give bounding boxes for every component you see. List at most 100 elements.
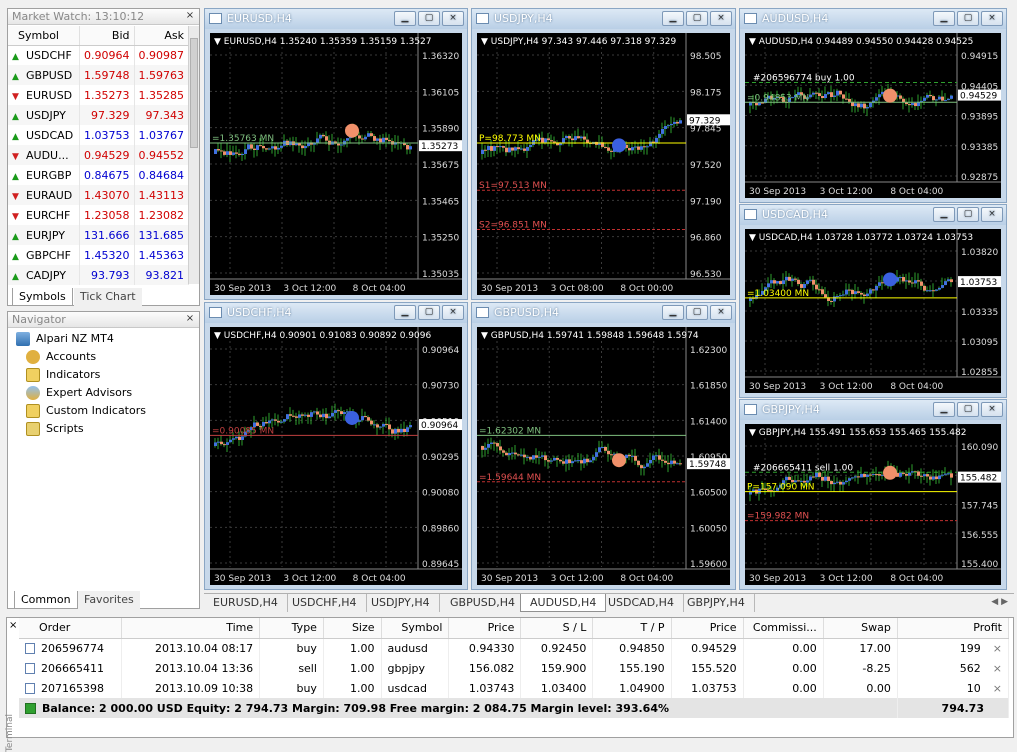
market-watch-row[interactable]: ▲ EURJPY 131.666 131.685 bbox=[8, 225, 189, 245]
close-icon[interactable]: × bbox=[184, 313, 196, 325]
chart-titlebar[interactable]: EURUSD,H4 ▁ ▢ × bbox=[205, 9, 467, 29]
close-order-icon[interactable]: × bbox=[993, 642, 1002, 655]
market-watch-row[interactable]: ▼ EURCHF 1.23058 1.23082 bbox=[8, 205, 189, 225]
col-header[interactable]: Type bbox=[259, 618, 324, 639]
market-watch-row[interactable]: ▲ USDCAD 1.03753 1.03767 bbox=[8, 125, 189, 145]
maximize-button[interactable]: ▢ bbox=[957, 402, 979, 417]
chart-window[interactable]: EURUSD,H4 ▁ ▢ × 1.36320 1.36105 1.35890 1.3567… bbox=[204, 8, 468, 300]
col-header[interactable]: Swap bbox=[823, 618, 898, 639]
minimize-button[interactable]: ▁ bbox=[394, 11, 416, 26]
tab-symbols[interactable]: Symbols bbox=[12, 288, 73, 306]
minimize-button[interactable]: ▁ bbox=[933, 402, 955, 417]
chart-window[interactable]: GBPJPY,H4 ▁▢× 160.090158.900157.745156.55… bbox=[739, 399, 1007, 590]
nav-item-accounts[interactable]: Accounts bbox=[26, 348, 96, 366]
chart-tab[interactable]: USDCAD,H4 bbox=[599, 594, 684, 612]
table-row[interactable]: 207165398 2013.10.09 10:38 buy 1.00 usdcad 1.… bbox=[19, 678, 1010, 698]
tab-favorites[interactable]: Favorites bbox=[78, 591, 140, 609]
close-icon[interactable]: × bbox=[9, 620, 17, 631]
col-symbol[interactable]: Symbol bbox=[8, 26, 80, 46]
col-header[interactable]: Price bbox=[448, 618, 522, 639]
col-header[interactable]: Price bbox=[671, 618, 744, 639]
maximize-button[interactable]: ▢ bbox=[957, 207, 979, 222]
chart-canvas[interactable]: 98.50598.17597.84597.52097.19096.86096.5… bbox=[477, 33, 730, 295]
close-button[interactable]: × bbox=[710, 11, 732, 26]
market-watch-row[interactable]: ▲ CADJPY 93.793 93.821 bbox=[8, 265, 189, 285]
close-order-icon[interactable]: × bbox=[993, 662, 1002, 675]
scrollbar-thumb[interactable] bbox=[190, 38, 198, 148]
chart-canvas[interactable]: 1.038201.035801.033351.030951.02855=1.03… bbox=[745, 229, 1001, 393]
nav-item-indicators[interactable]: Indicators bbox=[26, 366, 100, 384]
nav-item-custom-indicators[interactable]: Custom Indicators bbox=[26, 402, 146, 420]
chart-tab[interactable]: AUDUSD,H4 bbox=[520, 594, 607, 612]
chart-canvas[interactable]: 1.36320 1.36105 1.35890 1.35675 1.35465 1.352… bbox=[210, 33, 462, 295]
maximize-button[interactable]: ▢ bbox=[686, 11, 708, 26]
tab-scroll-arrows[interactable]: ◀ ▶ bbox=[991, 597, 1008, 607]
col-header[interactable]: T / P bbox=[592, 618, 672, 639]
maximize-button[interactable]: ▢ bbox=[418, 11, 440, 26]
table-row[interactable]: 206665411 2013.10.04 13:36 sell 1.00 gbpjpy 1… bbox=[19, 658, 1010, 678]
chart-titlebar[interactable]: USDJPY,H4 ▁ ▢ × bbox=[472, 9, 735, 29]
chart-canvas[interactable]: 1.623001.618501.614001.609501.605001.600… bbox=[477, 327, 730, 585]
chart-window[interactable]: USDCAD,H4 ▁▢× 1.038201.035801.033351.0309… bbox=[739, 204, 1007, 398]
trade-marker[interactable] bbox=[612, 453, 626, 468]
chart-tab[interactable]: GBPUSD,H4 bbox=[441, 594, 525, 612]
chart-window[interactable]: USDCHF,H4 ▁▢× 0.909640.907300.905100.9029… bbox=[204, 302, 468, 590]
market-watch-row[interactable]: ▼ AUDU... 0.94529 0.94552 bbox=[8, 145, 189, 165]
chart-titlebar[interactable]: USDCHF,H4 ▁ ▢ × bbox=[205, 303, 467, 323]
maximize-button[interactable]: ▢ bbox=[957, 11, 979, 26]
col-header[interactable]: S / L bbox=[520, 618, 594, 639]
chart-canvas[interactable]: 0.949150.944050.938950.933850.92875=0.94… bbox=[745, 33, 1001, 198]
market-watch-row[interactable]: ▼ EURUSD 1.35273 1.35285 bbox=[8, 85, 189, 105]
chart-titlebar[interactable]: GBPUSD,H4 ▁ ▢ × bbox=[472, 303, 735, 323]
col-header[interactable]: Symbol bbox=[381, 618, 450, 639]
trade-marker[interactable] bbox=[612, 138, 626, 153]
close-button[interactable]: × bbox=[442, 305, 464, 320]
trade-marker[interactable] bbox=[883, 88, 897, 103]
market-watch-row[interactable]: ▲ GBPUSD 1.59748 1.59763 bbox=[8, 65, 189, 85]
nav-item-broker[interactable]: Alpari NZ MT4 bbox=[16, 330, 114, 348]
chart-tab[interactable]: GBPJPY,H4 bbox=[678, 594, 755, 612]
market-watch-row[interactable]: ▲ USDJPY 97.329 97.343 bbox=[8, 105, 189, 125]
chart-window[interactable]: GBPUSD,H4 ▁ ▢ × 1.62300 1.61850 1.61400 1.6095… bbox=[471, 302, 736, 590]
close-button[interactable]: × bbox=[981, 11, 1003, 26]
market-watch-row[interactable]: ▲ GBPCHF 1.45320 1.45363 bbox=[8, 245, 189, 265]
maximize-button[interactable]: ▢ bbox=[418, 305, 440, 320]
col-header[interactable]: Time bbox=[121, 618, 261, 639]
tab-tick-chart[interactable]: Tick Chart bbox=[74, 288, 142, 306]
col-header[interactable]: Size bbox=[323, 618, 382, 639]
chart-titlebar[interactable]: GBPJPY,H4 ▁ ▢ × bbox=[740, 400, 1006, 420]
minimize-button[interactable]: ▁ bbox=[394, 305, 416, 320]
chart-canvas[interactable]: 0.909640.907300.905100.902950.900800.898… bbox=[210, 327, 462, 585]
chart-tab[interactable]: EURUSD,H4 bbox=[204, 594, 288, 612]
table-row[interactable]: 206596774 2013.10.04 08:17 buy 1.00 audusd 0.… bbox=[19, 638, 1010, 658]
col-header[interactable]: Profit bbox=[897, 618, 1010, 639]
close-button[interactable]: × bbox=[981, 402, 1003, 417]
chart-tab[interactable]: USDCHF,H4 bbox=[283, 594, 367, 612]
tab-common[interactable]: Common bbox=[14, 591, 78, 609]
trade-marker[interactable] bbox=[883, 272, 897, 287]
chart-window[interactable]: USDJPY,H4 ▁ ▢ × 98.505 98.175 97.845 97.520 97.… bbox=[471, 8, 736, 300]
chart-titlebar[interactable]: USDCAD,H4 ▁ ▢ × bbox=[740, 205, 1006, 225]
close-button[interactable]: × bbox=[442, 11, 464, 26]
chart-canvas[interactable]: 160.090158.900157.745156.555155.400P=157… bbox=[745, 424, 1001, 585]
col-header[interactable]: Commissi... bbox=[743, 618, 824, 639]
col-ask[interactable]: Ask bbox=[134, 26, 189, 46]
maximize-button[interactable]: ▢ bbox=[686, 305, 708, 320]
market-watch-row[interactable]: ▲ USDCHF 0.90964 0.90987 bbox=[8, 45, 189, 65]
chart-titlebar[interactable]: AUDUSD,H4 ▁ ▢ × bbox=[740, 9, 1006, 29]
nav-item-scripts[interactable]: Scripts bbox=[26, 420, 84, 438]
chart-window[interactable]: AUDUSD,H4 ▁ ▢ × 0.94915 0.94405 0.93895 0.9338… bbox=[739, 8, 1007, 203]
close-icon[interactable]: × bbox=[184, 10, 196, 22]
close-button[interactable]: × bbox=[981, 207, 1003, 222]
col-bid[interactable]: Bid bbox=[79, 26, 135, 46]
trade-marker[interactable] bbox=[345, 410, 359, 425]
chart-tab[interactable]: USDJPY,H4 bbox=[362, 594, 440, 612]
trade-marker[interactable] bbox=[883, 465, 897, 480]
nav-item-expert-advisors[interactable]: Expert Advisors bbox=[26, 384, 132, 402]
minimize-button[interactable]: ▁ bbox=[662, 305, 684, 320]
col-header[interactable]: Order bbox=[19, 618, 123, 639]
minimize-button[interactable]: ▁ bbox=[933, 207, 955, 222]
minimize-button[interactable]: ▁ bbox=[662, 11, 684, 26]
minimize-button[interactable]: ▁ bbox=[933, 11, 955, 26]
market-watch-row[interactable]: ▲ EURGBP 0.84675 0.84684 bbox=[8, 165, 189, 185]
